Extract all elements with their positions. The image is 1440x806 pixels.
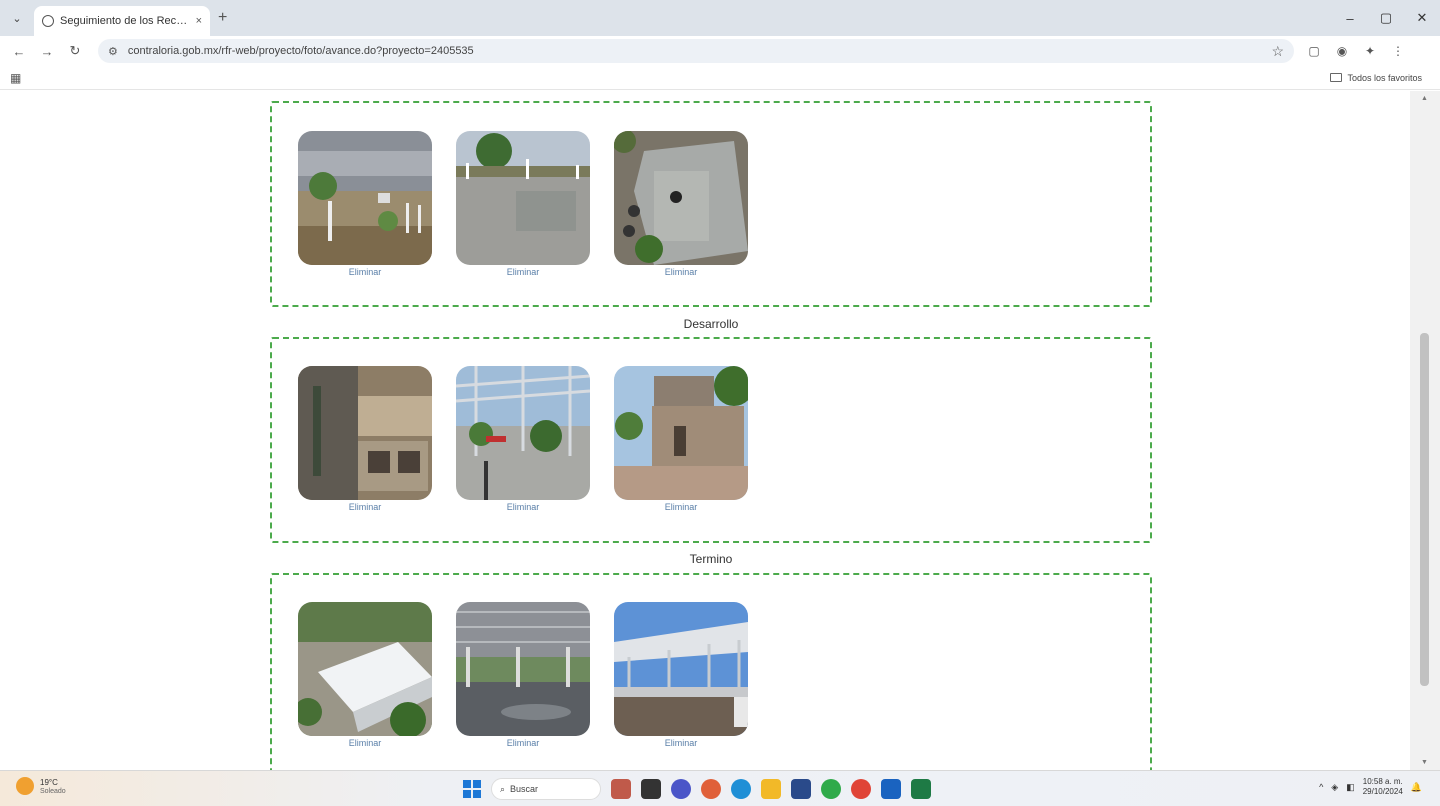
url-text: contraloria.gob.mx/rfr-web/proyecto/foto… [127,45,474,57]
photo-thumbnail[interactable] [614,602,748,736]
stage-title-termino: Termino [689,552,733,566]
menu-kebab-icon[interactable]: ⋮ [1384,44,1412,58]
tab-close-icon[interactable]: × [196,15,202,27]
vertical-scrollbar[interactable]: ▲ ▼ [1410,91,1440,770]
page-viewport: Desarrollo Termino Eliminar Eliminar Eli… [0,91,1410,770]
sidepanel-icon[interactable]: ▢ [1300,44,1328,58]
photo-thumbnail[interactable] [456,131,590,265]
outlook-icon[interactable] [881,779,901,799]
weather-temp: 19°C [40,777,58,787]
weather-state: Soleado [40,787,66,795]
file-explorer-icon[interactable] [761,779,781,799]
tab-bar: ⌄ Seguimiento de los Recursos P × + – ▢ … [0,0,1440,36]
bookmark-star-icon[interactable]: ☆ [1271,43,1284,60]
network-icon[interactable]: ◈ [1331,782,1338,793]
delete-photo-link[interactable]: Eliminar [298,738,432,748]
window-controls: – ▢ ✕ [1332,0,1440,36]
widgets-icon[interactable] [611,779,631,799]
reload-icon[interactable]: ↻ [64,43,86,59]
tab-search-icon[interactable]: ⌄ [6,7,28,29]
edge-icon[interactable] [731,779,751,799]
taskbar-search[interactable]: ⌕ Buscar [491,778,601,800]
apps-grid-icon[interactable]: ▦ [10,71,21,85]
delete-photo-link[interactable]: Eliminar [456,502,590,512]
store-icon[interactable] [791,779,811,799]
delete-photo-link[interactable]: Eliminar [298,267,432,277]
all-bookmarks[interactable]: Todos los favoritos [1330,73,1422,83]
excel-icon[interactable] [911,779,931,799]
search-icon: ⌕ [500,783,506,794]
photo-thumbnail[interactable] [298,602,432,736]
weather-sun-icon [16,777,34,795]
forward-icon[interactable]: → [36,44,58,59]
tab-title: Seguimiento de los Recursos P [60,15,190,27]
site-favicon-icon [42,15,54,27]
delete-photo-link[interactable]: Eliminar [456,267,590,277]
windows-start-icon[interactable] [463,780,481,798]
clock[interactable]: 10:58 a. m. 29/10/2024 [1363,777,1403,797]
minimize-button[interactable]: – [1332,11,1368,26]
profile-icon[interactable]: ◉ [1328,44,1356,58]
scrollbar-thumb[interactable] [1420,333,1429,686]
photo-thumbnail[interactable] [456,366,590,500]
stage-title-desarrollo: Desarrollo [683,317,739,331]
windows-taskbar: 19°C Soleado ⌕ Buscar ^ ◈ ◧ 10:58 a. m. … [0,770,1440,806]
search-placeholder: Buscar [510,784,539,794]
delete-photo-link[interactable]: Eliminar [614,738,748,748]
delete-photo-link[interactable]: Eliminar [456,738,590,748]
photo-thumbnail[interactable] [614,131,748,265]
navigation-bar: ← → ↻ ⚙ contraloria.gob.mx/rfr-web/proye… [0,36,1440,66]
delete-photo-link[interactable]: Eliminar [614,502,748,512]
maximize-button[interactable]: ▢ [1368,10,1404,26]
browser-tab[interactable]: Seguimiento de los Recursos P × [34,6,210,36]
whatsapp-icon[interactable] [821,779,841,799]
delete-photo-link[interactable]: Eliminar [298,502,432,512]
photo-thumbnail[interactable] [614,366,748,500]
back-icon[interactable]: ← [8,44,30,59]
taskbar-apps: ⌕ Buscar [463,778,931,800]
scroll-down-icon[interactable]: ▼ [1421,759,1428,766]
task-view-icon[interactable] [641,779,661,799]
weather-widget[interactable]: 19°C Soleado [16,777,66,795]
address-bar[interactable]: ⚙ contraloria.gob.mx/rfr-web/proyecto/fo… [98,39,1294,63]
chrome-icon[interactable] [851,779,871,799]
system-tray: ^ ◈ ◧ 10:58 a. m. 29/10/2024 🔔 [1319,777,1422,797]
photo-thumbnail[interactable] [298,366,432,500]
clock-time: 10:58 a. m. [1362,777,1403,786]
new-tab-button[interactable]: + [218,9,227,27]
clock-date: 29/10/2024 [1362,787,1403,796]
bookmarks-label: Todos los favoritos [1347,72,1422,83]
delete-photo-link[interactable]: Eliminar [614,267,748,277]
photo-thumbnail[interactable] [298,131,432,265]
notification-bell-icon[interactable]: 🔔 [1411,782,1422,793]
photo-thumbnail[interactable] [456,602,590,736]
volume-icon[interactable]: ◧ [1346,782,1355,793]
site-info-icon[interactable]: ⚙ [108,45,118,58]
folder-icon [1330,73,1343,82]
tray-chevron-icon[interactable]: ^ [1319,782,1323,792]
close-window-button[interactable]: ✕ [1404,10,1440,26]
extensions-icon[interactable]: ✦ [1356,44,1384,58]
scroll-up-icon[interactable]: ▲ [1421,95,1428,102]
copilot-icon[interactable] [701,779,721,799]
bookmarks-bar: ▦ Todos los favoritos [0,66,1440,90]
chat-icon[interactable] [671,779,691,799]
